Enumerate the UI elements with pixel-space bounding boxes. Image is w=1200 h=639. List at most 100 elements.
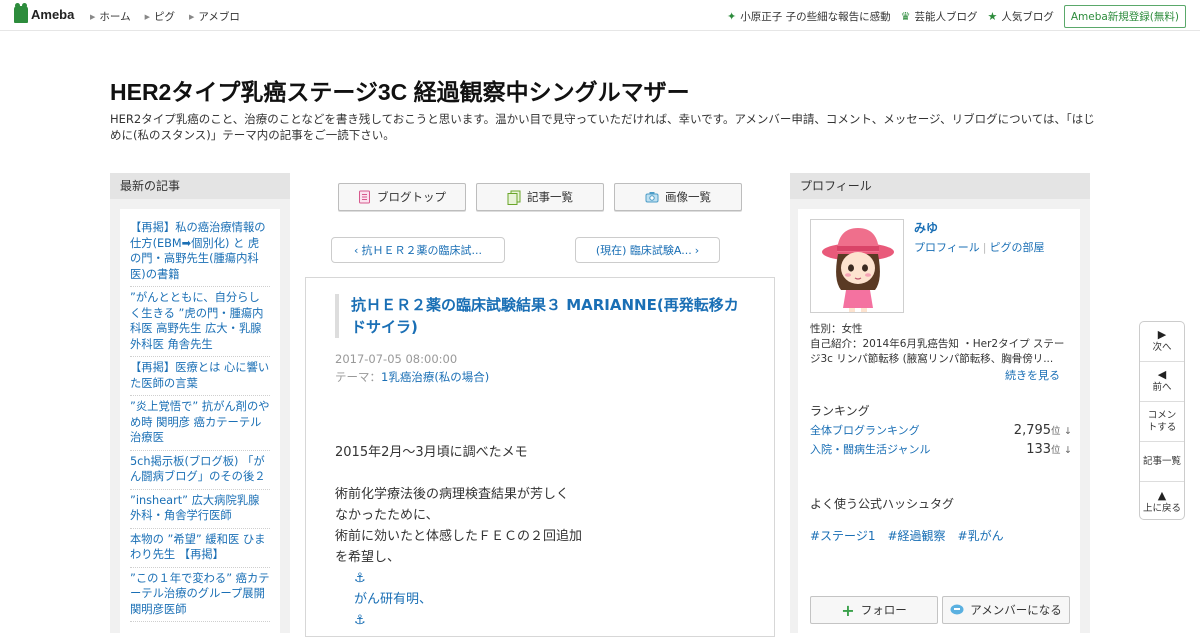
nav-home-label: ホーム — [99, 11, 131, 23]
play-right-icon: ▶ — [1157, 328, 1167, 341]
image-list-button[interactable]: 画像一覧 — [614, 183, 742, 211]
top-right-nav: ✦ 小原正子 子の些細な報告に感動 ♛ 芸能人ブログ ★ 人気ブログ Ameba新規登… — [727, 5, 1186, 28]
next-article-label: (現在) 臨床試験A... — [595, 244, 692, 257]
profile-content: みゆ プロフィール | ピグの部屋 性別：女性 自己紹介：2014年6月乳癌告知 ・… — [798, 209, 1080, 639]
prev-button[interactable]: ◀ 前へ — [1140, 362, 1184, 402]
article-card: 抗ＨＥＲ２薬の臨床試験結果３ MARIANNE(再発転移カドサイラ) 2017-… — [305, 277, 775, 637]
recent-article-link[interactable]: ”この１年で変わる” 癌カテーテル治療のグループ展開 関明彦医師 — [130, 568, 270, 622]
triangle-right-icon: ▶ — [188, 12, 195, 21]
popular-blog-label: 人気ブログ — [1001, 11, 1054, 23]
avatar-illustration — [822, 228, 894, 312]
overall-ranking-value: 2,795位 ↓ — [1014, 423, 1072, 438]
hashtag-link[interactable]: #ステージ1 — [810, 527, 875, 544]
body-line: 術前に効いたと体感したＦＥＣの２回追加 — [335, 529, 583, 544]
recent-article-link[interactable]: ”insheart” 広大病院乳腺外科・角舎学行医師 — [130, 490, 270, 529]
profile-panel: プロフィール みゆ プロフィール | ピグの部屋 性別：女性 自己紹介：2014… — [790, 173, 1090, 639]
article-list-side-button[interactable]: 記事一覧 — [1140, 442, 1184, 482]
logo-text: Ameba — [31, 7, 75, 22]
recent-article-link[interactable]: 5ch掲示板(ブログ板) 「がん闘病ブログ」のその後２ — [130, 451, 270, 490]
profile-gender: 性別：女性 — [810, 323, 863, 335]
ranking-heading: ランキング — [810, 404, 870, 418]
rank-number: 133 — [1026, 442, 1052, 457]
ranking-row: 全体ブログランキング 2,795位 ↓ — [810, 422, 1072, 438]
next-button[interactable]: ▶ 次へ — [1140, 322, 1184, 362]
rank-unit: 位 — [1051, 445, 1061, 456]
popular-blog-link[interactable]: ★ 人気ブログ — [987, 9, 1053, 24]
featured-news-link[interactable]: ✦ 小原正子 子の些細な報告に感動 — [727, 9, 891, 24]
profile-intro: 自己紹介：2014年6月乳癌告知 ・Her2タイプ ステージ3c リンパ節転移 … — [810, 338, 1065, 365]
genre-ranking-link[interactable]: 入院・闘病生活ジャンル — [810, 441, 930, 457]
nav-pigg-label: ピグ — [153, 11, 175, 23]
recent-article-link[interactable]: 本物の ”希望” 緩和医 ひまわり先生 【再掲】 — [130, 529, 270, 568]
prev-label: 前へ — [1152, 382, 1172, 393]
blog-top-button[interactable]: ブログトップ — [338, 183, 466, 211]
prev-article-link[interactable]: ‹ 抗ＨＥＲ２薬の臨床試... — [331, 237, 505, 263]
celebrity-blog-label: 芸能人ブログ — [914, 11, 978, 23]
list-icon — [507, 190, 521, 205]
nav-ameblo[interactable]: ▶ アメブロ — [189, 9, 240, 24]
recent-article-link[interactable]: 【再掲】私の癌治療情報の仕方(EBM➡個別化) と 虎の門・高野先生(腫瘍内科医… — [130, 217, 270, 287]
recent-articles-panel: 最新の記事 【再掲】私の癌治療情報の仕方(EBM➡個別化) と 虎の門・高野先生… — [110, 173, 290, 639]
article-list-label: 記事一覧 — [527, 190, 573, 204]
read-more-link[interactable]: 続きを見る — [1005, 367, 1060, 383]
article-list-button[interactable]: 記事一覧 — [476, 183, 604, 211]
green-sparkle-icon: ✦ — [727, 10, 737, 23]
follow-button[interactable]: + フォロー — [810, 596, 938, 624]
hashtag-list: #ステージ1 #経過観察 #乳がん — [810, 527, 1004, 544]
global-header: Ameba ▶ ホーム ▶ ピグ ▶ アメブロ ✦ 小原正子 子の些細な報告に感動 ♛ 芸… — [0, 0, 1200, 31]
signup-button[interactable]: Ameba新規登録(無料) — [1063, 5, 1186, 28]
theme-label: テーマ： — [335, 370, 381, 384]
nav-pigg[interactable]: ▶ ピグ — [145, 9, 175, 24]
ameba-logo-icon — [14, 3, 28, 23]
blog-title[interactable]: HER2タイプ乳癌ステージ3C 経過観察中シングルマザー — [110, 73, 690, 107]
follow-label: フォロー — [860, 603, 907, 617]
comment-button[interactable]: コメントする — [1140, 402, 1184, 442]
theme-link[interactable]: 1乳癌治療(私の場合) — [381, 370, 489, 384]
body-line: がん研有明、 — [354, 592, 433, 607]
featured-news-label: 小原正子 子の些細な報告に感動 — [740, 11, 891, 23]
crown-icon: ♛ — [900, 10, 911, 23]
pigg-room-link[interactable]: ピグの部屋 — [990, 241, 1045, 254]
article-title[interactable]: 抗ＨＥＲ２薬の臨床試験結果３ MARIANNE(再発転移カドサイラ) — [335, 294, 740, 338]
body-line: を希望し、 — [335, 550, 401, 565]
recent-article-link[interactable]: 【再掲】医療とは 心に響いた医師の言葉 — [130, 357, 270, 396]
next-article-link[interactable]: (現在) 臨床試験A... › — [575, 237, 720, 263]
blog-top-label: ブログトップ — [377, 190, 446, 204]
profile-info: 性別：女性 自己紹介：2014年6月乳癌告知 ・Her2タイプ ステージ3c リ… — [810, 322, 1072, 367]
hashtag-link[interactable]: #経過観察 — [887, 527, 945, 544]
plus-icon: + — [841, 600, 855, 620]
body-line — [335, 463, 582, 484]
recent-articles-list: 【再掲】私の癌治療情報の仕方(EBM➡個別化) と 虎の門・高野先生(腫瘍内科医… — [120, 209, 280, 639]
comment-label: コメントする — [1147, 409, 1177, 433]
amember-icon — [950, 604, 964, 615]
profile-links: プロフィール | ピグの部屋 — [914, 239, 1045, 255]
hashtag-link[interactable]: #乳がん — [958, 527, 1004, 544]
next-label: 次へ — [1152, 342, 1172, 353]
back-to-top-button[interactable]: ▲ 上に戻る — [1140, 482, 1184, 522]
ranking-row: 入院・闘病生活ジャンル 133位 ↓ — [810, 441, 1072, 457]
triangle-right-icon: ▶ — [144, 12, 150, 21]
avatar[interactable] — [810, 219, 904, 313]
profile-heading: プロフィール — [790, 173, 1090, 199]
profile-link[interactable]: プロフィール — [914, 241, 980, 254]
floating-side-nav: ▶ 次へ ◀ 前へ コメントする 記事一覧 ▲ 上に戻る — [1139, 321, 1185, 520]
top-nav: ▶ ホーム ▶ ピグ ▶ アメブロ — [90, 9, 240, 24]
arrow-down-icon: ↓ — [1064, 445, 1072, 456]
profile-name[interactable]: みゆ — [914, 219, 938, 236]
image-list-label: 画像一覧 — [665, 190, 711, 204]
arrow-down-icon: ↓ — [1064, 426, 1072, 437]
body-line: 術前化学療法後の病理検査結果が芳しく — [335, 487, 570, 502]
overall-ranking-link[interactable]: 全体ブログランキング — [810, 422, 920, 438]
amember-button[interactable]: アメンバーになる — [942, 596, 1070, 624]
recent-article-link[interactable]: ”がんとともに、自分らしく生きる ”虎の門・腫瘍内科医 高野先生 広大・乳腺外科… — [130, 287, 270, 357]
celebrity-blog-link[interactable]: ♛ 芸能人ブログ — [901, 9, 978, 24]
notebook-icon — [359, 190, 370, 204]
arrow-up-icon: ▲ — [1157, 488, 1167, 502]
anchor-emoji: ⚓ — [354, 613, 366, 628]
chevron-left-icon: ‹ — [354, 243, 359, 257]
blog-description: HER2タイプ乳癌のこと、治療のことなどを書き残しておこうと思います。温かい目で… — [110, 112, 1095, 142]
recent-article-link[interactable]: ”炎上覚悟で” 抗がん剤のやめ時 関明彦 癌カテーテル治療医 — [130, 396, 270, 451]
ameba-logo[interactable]: Ameba — [14, 3, 75, 23]
nav-ameblo-label: アメブロ — [198, 11, 240, 23]
nav-home[interactable]: ▶ ホーム — [90, 9, 131, 24]
